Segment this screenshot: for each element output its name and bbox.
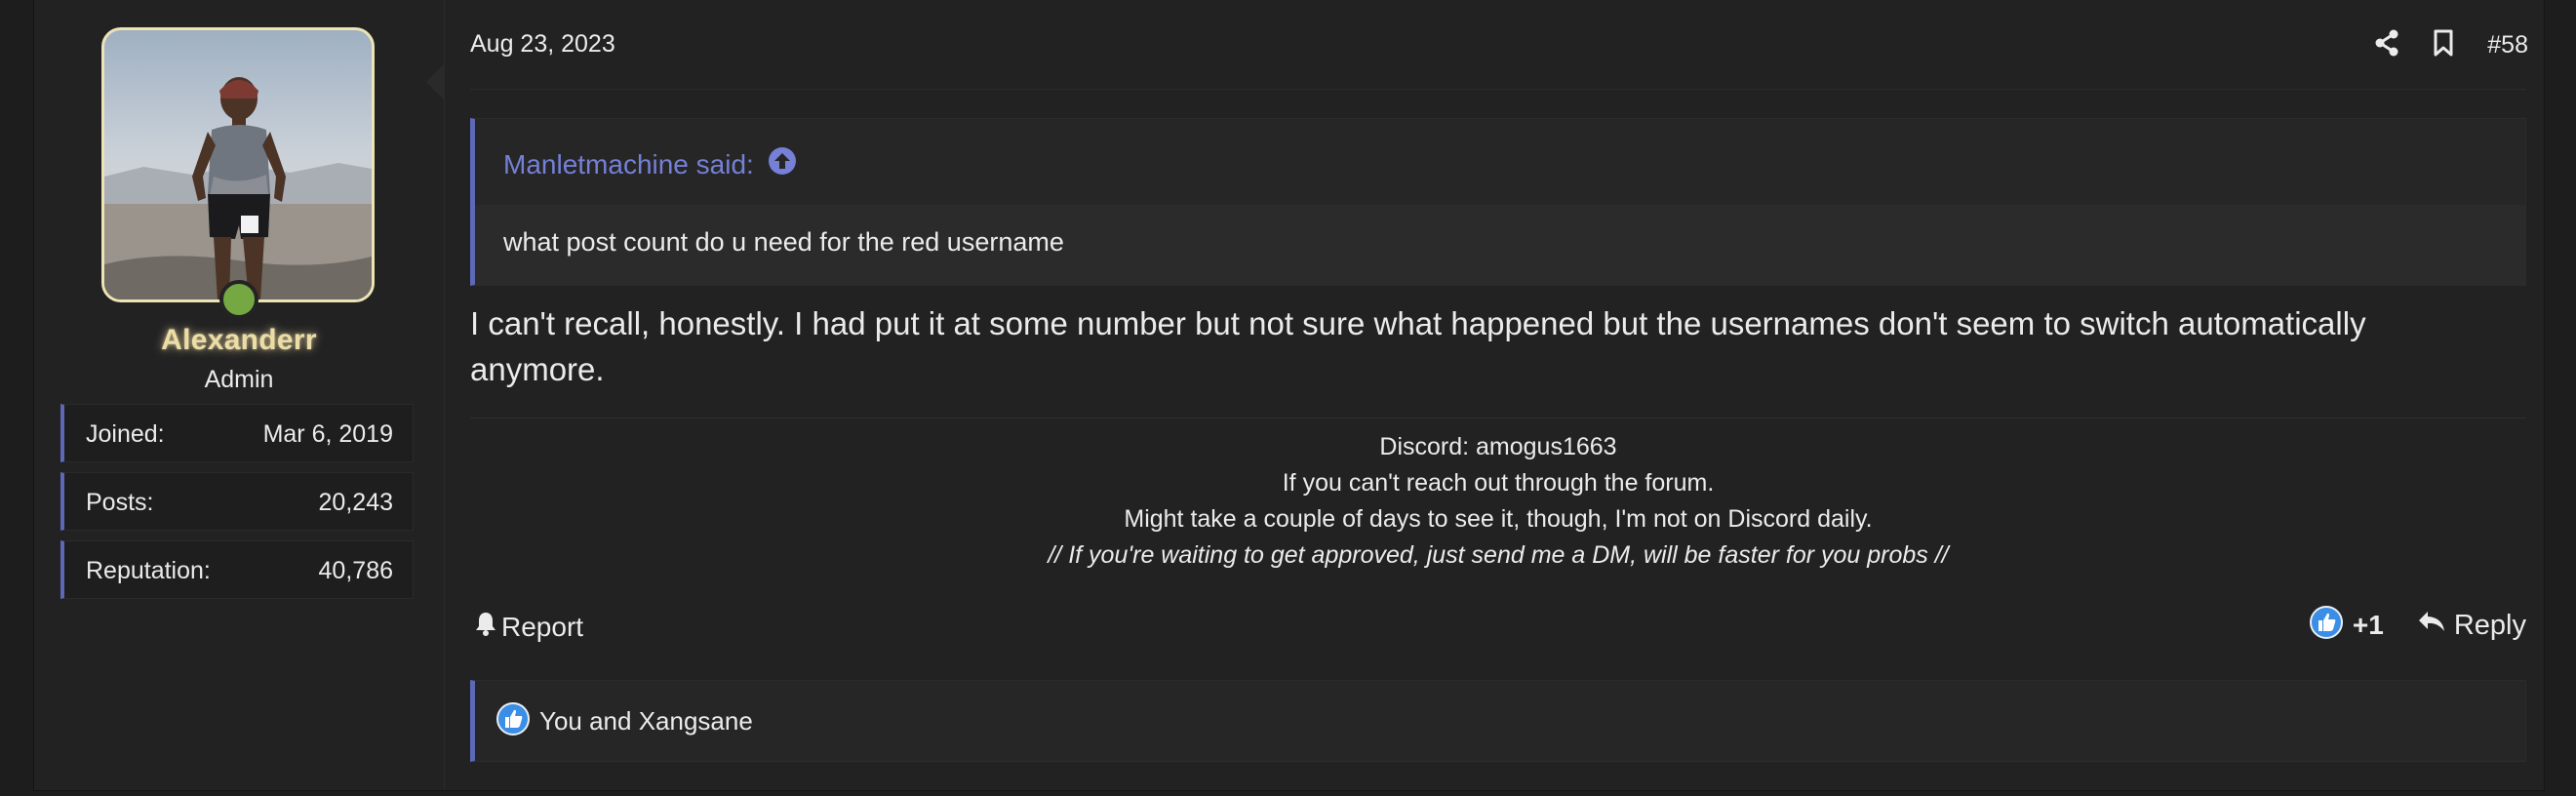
post-footer-actions: +1 Reply [2309,603,2526,648]
quote-author-link[interactable]: Manletmachine said: [503,146,797,182]
post-message: I can't recall, honestly. I had put it a… [470,305,2366,387]
thumbs-up-icon [2309,605,2343,646]
reactions-users[interactable]: You and Xangsane [539,706,753,736]
divider [470,89,2526,90]
user-stat-joined: Joined: Mar 6, 2019 [60,404,414,462]
arrow-circle-up-icon[interactable] [768,146,797,182]
reaction-button[interactable]: +1 [2309,605,2384,646]
stat-label: Joined: [86,420,165,448]
online-status-dot [219,280,258,319]
report-label[interactable]: Report [501,612,583,643]
like-reaction-icon [496,701,530,740]
reply-label[interactable]: Reply [2454,610,2526,642]
signature-line: If you can't reach out through the forum… [1282,469,1715,497]
stat-label: Reputation: [86,557,211,584]
avatar-photo [104,30,372,299]
share-icon[interactable] [2374,29,2399,61]
bookmark-icon[interactable] [2433,29,2454,61]
signature-line: // If you're waiting to get approved, ju… [1048,541,1949,569]
username[interactable]: Alexanderr [34,324,444,357]
stat-value: Mar 6, 2019 [262,420,393,448]
quote-block: Manletmachine said: what post count do u… [470,118,2526,286]
reply-button[interactable]: Reply [2417,609,2526,642]
message-arrow [426,64,444,100]
reply-icon [2417,609,2446,642]
reaction-count: +1 [2352,610,2384,640]
post-number-link[interactable]: #58 [2487,31,2528,60]
user-stat-reputation: Reputation: 40,786 [60,540,414,599]
quote-author-name[interactable]: Manletmachine said: [503,149,754,180]
stat-value: 40,786 [318,557,393,584]
reactions-summary[interactable]: You and Xangsane [470,680,2526,762]
post-content: Aug 23, 2023 #58 Manletmachine said: wha… [445,0,2544,790]
quote-header: Manletmachine said: [475,119,2525,205]
report-button[interactable]: Report [474,611,583,643]
signature: Discord: amogus1663 If you can't reach o… [470,429,2526,574]
avatar[interactable] [101,27,375,302]
quote-body: what post count do u need for the red us… [475,205,2525,285]
signature-line: Discord: amogus1663 [1379,433,1617,460]
forum-post: Alexanderr Admin Joined: Mar 6, 2019 Pos… [33,0,2545,791]
bell-icon [474,611,497,643]
post-header-actions: #58 [2374,25,2528,64]
stat-label: Posts: [86,489,154,516]
stat-value[interactable]: 20,243 [319,489,393,517]
user-sidebar: Alexanderr Admin Joined: Mar 6, 2019 Pos… [34,0,445,790]
signature-line: Might take a couple of days to see it, t… [1124,505,1873,533]
quote-text: what post count do u need for the red us… [503,227,1064,257]
user-title: Admin [204,366,274,393]
user-stat-posts: Posts: 20,243 [60,472,414,531]
post-date[interactable]: Aug 23, 2023 [470,30,615,59]
